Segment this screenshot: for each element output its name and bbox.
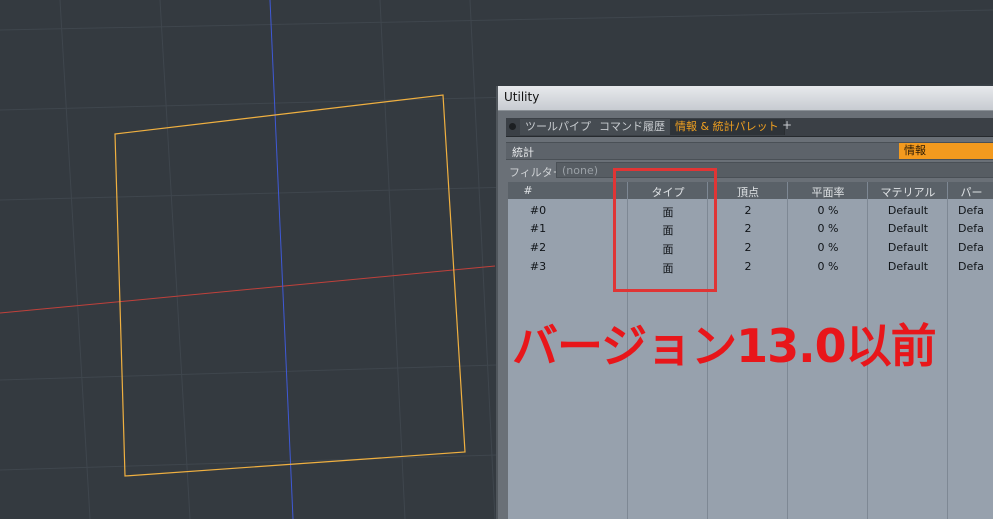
row-id: #2 bbox=[529, 241, 547, 254]
column-header-planarity[interactable]: 平面率 bbox=[788, 184, 868, 200]
row-planarity: 0 % bbox=[817, 260, 839, 273]
row-vertices: 2 bbox=[744, 204, 752, 217]
row-planarity: 0 % bbox=[817, 241, 839, 254]
row-material: Default bbox=[887, 204, 929, 217]
row-part: Defa bbox=[958, 260, 984, 273]
row-part: Defa bbox=[958, 222, 984, 235]
row-material: Default bbox=[887, 260, 929, 273]
tab-strip: ツールパイプ コマンド履歴 情報 & 統計パレット + bbox=[506, 118, 993, 137]
x-axis-line bbox=[0, 265, 496, 314]
statistics-toggle[interactable]: 統計 bbox=[512, 144, 534, 160]
row-part: Defa bbox=[958, 204, 984, 217]
row-vertices: 2 bbox=[744, 260, 752, 273]
column-header-number[interactable]: # bbox=[508, 184, 548, 197]
tab-menu-dot-icon[interactable] bbox=[509, 123, 516, 130]
row-id: #3 bbox=[529, 260, 547, 273]
window-title: Utility bbox=[504, 90, 540, 104]
info-toggle[interactable]: 情報 bbox=[899, 143, 993, 159]
column-header-vertices[interactable]: 頂点 bbox=[708, 184, 788, 200]
column-header-part[interactable]: パー bbox=[948, 184, 993, 200]
type-column-highlight-box bbox=[613, 168, 717, 292]
utility-titlebar[interactable]: Utility bbox=[498, 86, 993, 111]
filter-bar: フィルター (none) bbox=[506, 162, 993, 179]
row-id: #1 bbox=[529, 222, 547, 235]
y-axis-line bbox=[269, 0, 294, 519]
row-part: Defa bbox=[958, 241, 984, 254]
add-tab-button[interactable]: + bbox=[782, 118, 792, 132]
tab-tool-pipe[interactable]: ツールパイプ bbox=[520, 119, 597, 135]
statistics-subbar: 統計 情報 bbox=[506, 142, 993, 160]
row-material: Default bbox=[887, 241, 929, 254]
table-header: # タイプ 頂点 平面率 マテリアル パー bbox=[508, 182, 993, 199]
row-planarity: 0 % bbox=[817, 204, 839, 217]
row-planarity: 0 % bbox=[817, 222, 839, 235]
version-annotation: バージョン13.0以前 bbox=[512, 319, 937, 373]
row-id: #0 bbox=[529, 204, 547, 217]
column-header-material[interactable]: マテリアル bbox=[868, 184, 948, 200]
row-vertices: 2 bbox=[744, 241, 752, 254]
row-material: Default bbox=[887, 222, 929, 235]
row-vertices: 2 bbox=[744, 222, 752, 235]
tab-info-statistics[interactable]: 情報 & 統計パレット bbox=[670, 119, 785, 135]
utility-panel: Utility ツールパイプ コマンド履歴 情報 & 統計パレット + 統計 情… bbox=[496, 86, 993, 519]
tab-command-history[interactable]: コマンド履歴 bbox=[594, 119, 671, 135]
